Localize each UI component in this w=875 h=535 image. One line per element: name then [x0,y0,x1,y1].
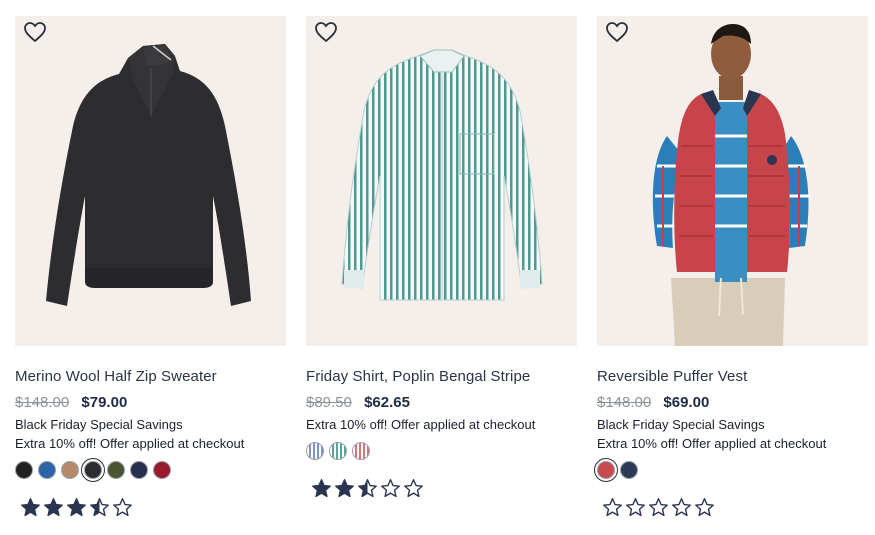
heart-outline-icon[interactable] [23,21,47,43]
promo-line: Extra 10% off! Offer applied at checkout [306,417,536,432]
color-swatch[interactable] [352,442,370,460]
product-card: Merino Wool Half Zip Sweater $148.00 $79… [15,16,286,517]
original-price: $148.00 [15,394,70,411]
star-icon [312,479,331,498]
color-swatch[interactable] [38,461,56,479]
product-grid: Merino Wool Half Zip Sweater $148.00 $79… [0,0,875,535]
product-image-link[interactable] [597,16,868,346]
product-image [652,24,811,346]
color-swatches [306,442,370,460]
star-icon [649,498,668,517]
price-row: $148.00 $69.00 [597,394,709,411]
product-image [341,49,543,301]
star-icon [695,498,714,517]
sale-price: $69.00 [663,394,710,411]
star-icon [44,498,63,517]
star-icon [21,498,40,517]
product-image [46,44,251,306]
star-icon [358,479,377,498]
product-title[interactable]: Merino Wool Half Zip Sweater [15,368,286,385]
heart-outline-icon[interactable] [314,21,338,43]
price-row: $89.50 $62.65 [306,394,410,411]
product-title[interactable]: Reversible Puffer Vest [597,368,868,385]
star-icon [404,479,423,498]
product-card: Friday Shirt, Poplin Bengal Stripe $89.5… [306,16,577,498]
color-swatch[interactable] [15,461,33,479]
rating-stars [602,497,715,518]
star-icon [381,479,400,498]
original-price: $89.50 [306,394,352,411]
promo-line: Extra 10% off! Offer applied at checkout [15,436,245,451]
color-swatch[interactable] [107,461,125,479]
star-icon [626,498,645,517]
rating-stars [20,497,133,518]
star-icon [67,498,86,517]
price-row: $148.00 $79.00 [15,394,127,411]
product-image-link[interactable] [15,16,286,346]
promo-line: Black Friday Special Savings [597,417,765,432]
original-price: $148.00 [597,394,652,411]
color-swatch[interactable] [153,461,171,479]
star-icon [113,498,132,517]
color-swatch[interactable] [620,461,638,479]
heart-outline-icon[interactable] [605,21,629,43]
product-title[interactable]: Friday Shirt, Poplin Bengal Stripe [306,368,577,385]
color-swatches [15,461,171,479]
color-swatch[interactable] [130,461,148,479]
color-swatch[interactable] [597,461,615,479]
color-swatch[interactable] [61,461,79,479]
star-icon [672,498,691,517]
promo-line: Black Friday Special Savings [15,417,183,432]
color-swatches [597,461,638,479]
sale-price: $79.00 [81,394,128,411]
sale-price: $62.65 [364,394,410,411]
star-icon [90,498,109,517]
color-swatch[interactable] [306,442,324,460]
star-icon [335,479,354,498]
color-swatch[interactable] [84,461,102,479]
promo-line: Extra 10% off! Offer applied at checkout [597,436,827,451]
product-image-link[interactable] [306,16,577,346]
color-swatch[interactable] [329,442,347,460]
star-icon [603,498,622,517]
rating-stars [311,478,424,499]
product-card: Reversible Puffer Vest $148.00 $69.00 Bl… [597,16,868,517]
